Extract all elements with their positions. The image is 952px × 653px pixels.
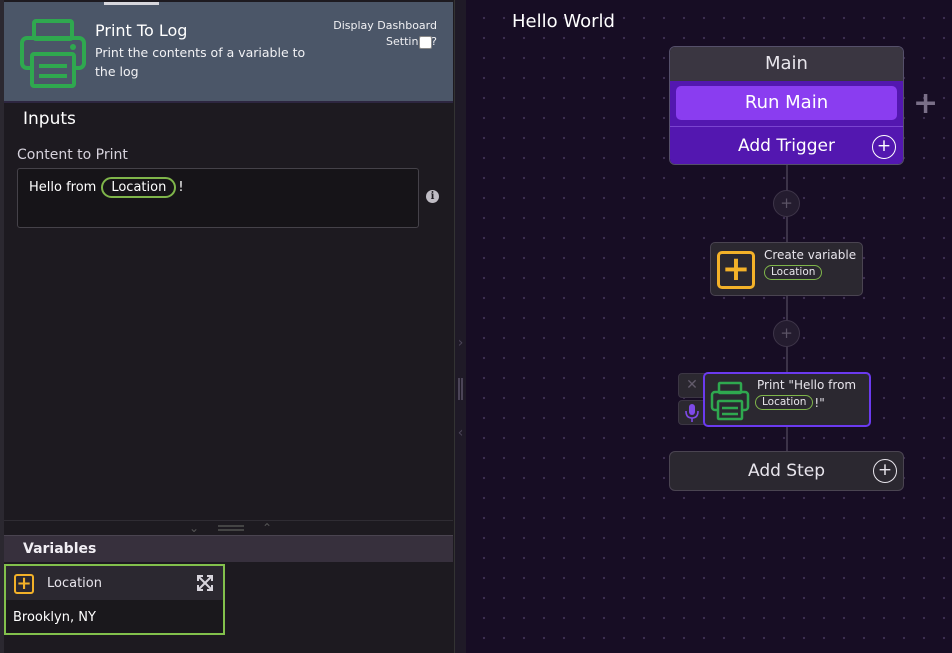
flow-title: Hello World (512, 11, 615, 32)
flow-canvas[interactable]: Hello World Main Run Main Add Trigger + … (466, 0, 952, 653)
content-to-print-label: Content to Print (17, 147, 128, 163)
content-suffix: ! (178, 180, 184, 195)
content-to-print-input[interactable]: Hello from Location ! (17, 168, 419, 228)
content-prefix: Hello from (29, 180, 97, 195)
chevron-right-icon[interactable]: › (455, 335, 466, 351)
drag-handle[interactable] (218, 525, 244, 531)
printer-icon (710, 381, 750, 421)
variable-value: Brooklyn, NY (13, 610, 96, 625)
add-trigger-button[interactable]: Add Trigger + (670, 126, 903, 164)
microphone-icon (685, 404, 699, 422)
step-config-panel: Print To Log Print the contents of a var… (0, 0, 455, 653)
add-node-icon[interactable]: + (913, 86, 938, 121)
variables-title: Variables (23, 541, 97, 557)
dashboard-settings-checkbox[interactable] (419, 36, 432, 49)
divider-grip[interactable] (458, 378, 463, 400)
close-icon[interactable]: ✕ (678, 373, 706, 398)
chevron-left-icon[interactable]: ‹ (455, 425, 466, 441)
printer-icon (20, 19, 86, 88)
variable-card-header: + Location (6, 566, 223, 600)
step-description: Print the contents of a variable to the … (95, 45, 306, 79)
main-node-body: Run Main Add Trigger + (670, 81, 903, 164)
print-step[interactable]: Print "Hello from Location !" (703, 372, 871, 427)
active-tab-indicator (104, 2, 159, 5)
plus-circle-icon[interactable]: + (872, 135, 896, 159)
add-step-button[interactable]: Add Step + (669, 451, 904, 491)
add-variable-icon: + (717, 251, 755, 289)
insert-step-button[interactable]: + (773, 320, 800, 347)
chevron-up-icon[interactable]: ⌃ (262, 521, 272, 535)
plus-circle-icon[interactable]: + (873, 459, 897, 483)
step-title: Create variable (764, 248, 857, 262)
variable-pill[interactable]: Location (101, 177, 177, 198)
content-text: Hello from Location ! (29, 177, 184, 198)
variable-name: Location (47, 576, 102, 591)
variable-card[interactable]: + Location Brooklyn, NY (4, 564, 225, 635)
run-main-button[interactable]: Run Main (676, 86, 897, 120)
chevron-down-icon[interactable]: ⌄ (189, 521, 199, 535)
panel-splitter[interactable]: ⌄ ⌃ (4, 520, 453, 535)
main-node[interactable]: Main Run Main Add Trigger + (669, 46, 904, 165)
step-actions: ✕ (678, 373, 706, 425)
variable-pill: Location (755, 395, 814, 410)
step-title-suffix: !" (814, 395, 825, 410)
variable-pill: Location (764, 265, 823, 280)
step-header: Print To Log Print the contents of a var… (4, 2, 453, 103)
expand-icon[interactable] (196, 574, 214, 592)
add-step-label: Add Step (747, 461, 826, 481)
step-title-line2: Location !" (755, 395, 825, 410)
step-title: Print "Hello from (757, 378, 857, 392)
main-node-title: Main (670, 47, 903, 81)
panel-divider[interactable]: › ‹ (455, 0, 466, 653)
inputs-heading: Inputs (23, 109, 76, 129)
mic-button[interactable] (678, 400, 706, 425)
insert-step-button[interactable]: + (773, 190, 800, 217)
info-icon[interactable]: i (426, 190, 439, 203)
create-variable-step[interactable]: + Create variable Location (710, 242, 863, 296)
step-title: Print To Log (95, 21, 188, 40)
add-trigger-label: Add Trigger (738, 136, 835, 156)
variables-header: Variables (4, 535, 453, 562)
add-variable-icon: + (14, 574, 34, 594)
